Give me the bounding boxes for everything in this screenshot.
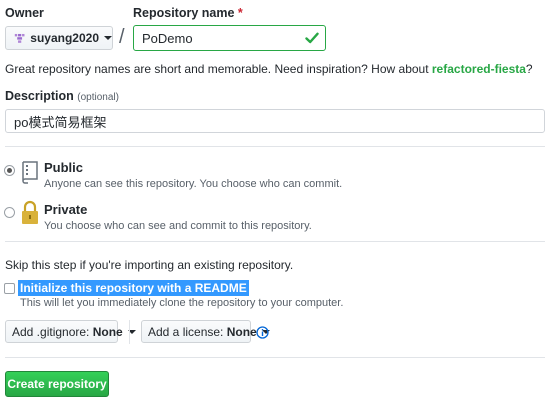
select-separator (129, 320, 130, 344)
gitignore-select[interactable]: Add .gitignore: None (5, 320, 136, 343)
description-label: Description (optional) (5, 89, 119, 103)
gitignore-prefix: Add .gitignore: (12, 324, 90, 339)
description-input[interactable]: po模式简易框架 (5, 109, 545, 133)
readme-checkbox[interactable] (4, 283, 15, 294)
lock-icon (22, 200, 38, 224)
private-title: Private (44, 202, 88, 217)
private-radio[interactable] (4, 207, 15, 218)
public-title: Public (44, 160, 84, 175)
readme-note: This will let you immediately clone the … (20, 297, 344, 309)
public-radio[interactable] (4, 165, 15, 176)
repo-name-input[interactable]: PoDemo (133, 25, 326, 51)
owner-repo-separator: / (119, 26, 125, 48)
info-icon[interactable] (256, 326, 269, 339)
repo-book-icon (22, 161, 38, 184)
license-select[interactable]: Add a license: None (141, 320, 270, 343)
check-icon (305, 32, 319, 44)
repo-name-label: Repository name * (133, 6, 243, 20)
private-note: You choose who can see and commit to thi… (44, 220, 312, 232)
suggestion-link[interactable]: refactored-fiesta (432, 62, 526, 76)
owner-name: suyang2020 (30, 31, 99, 45)
description-value: po模式简易框架 (14, 114, 107, 130)
skip-note: Skip this step if you're importing an ex… (5, 258, 294, 272)
public-note: Anyone can see this repository. You choo… (44, 178, 343, 190)
chevron-down-icon (104, 36, 112, 40)
optional-tag: (optional) (77, 92, 119, 103)
divider (5, 146, 545, 147)
divider (5, 241, 545, 242)
inspiration-text: Great repository names are short and mem… (5, 62, 533, 76)
repo-name-value: PoDemo (142, 30, 193, 46)
owner-select[interactable]: suyang2020 (5, 26, 113, 50)
owner-avatar-icon (14, 33, 25, 43)
gitignore-value: None (92, 324, 123, 339)
license-prefix: Add a license: (148, 324, 224, 339)
readme-label[interactable]: Initialize this repository with a README (18, 280, 249, 296)
license-value: None (226, 324, 257, 339)
owner-label: Owner (5, 6, 44, 20)
divider (5, 357, 545, 358)
create-repository-button[interactable]: Create repository (5, 371, 109, 397)
